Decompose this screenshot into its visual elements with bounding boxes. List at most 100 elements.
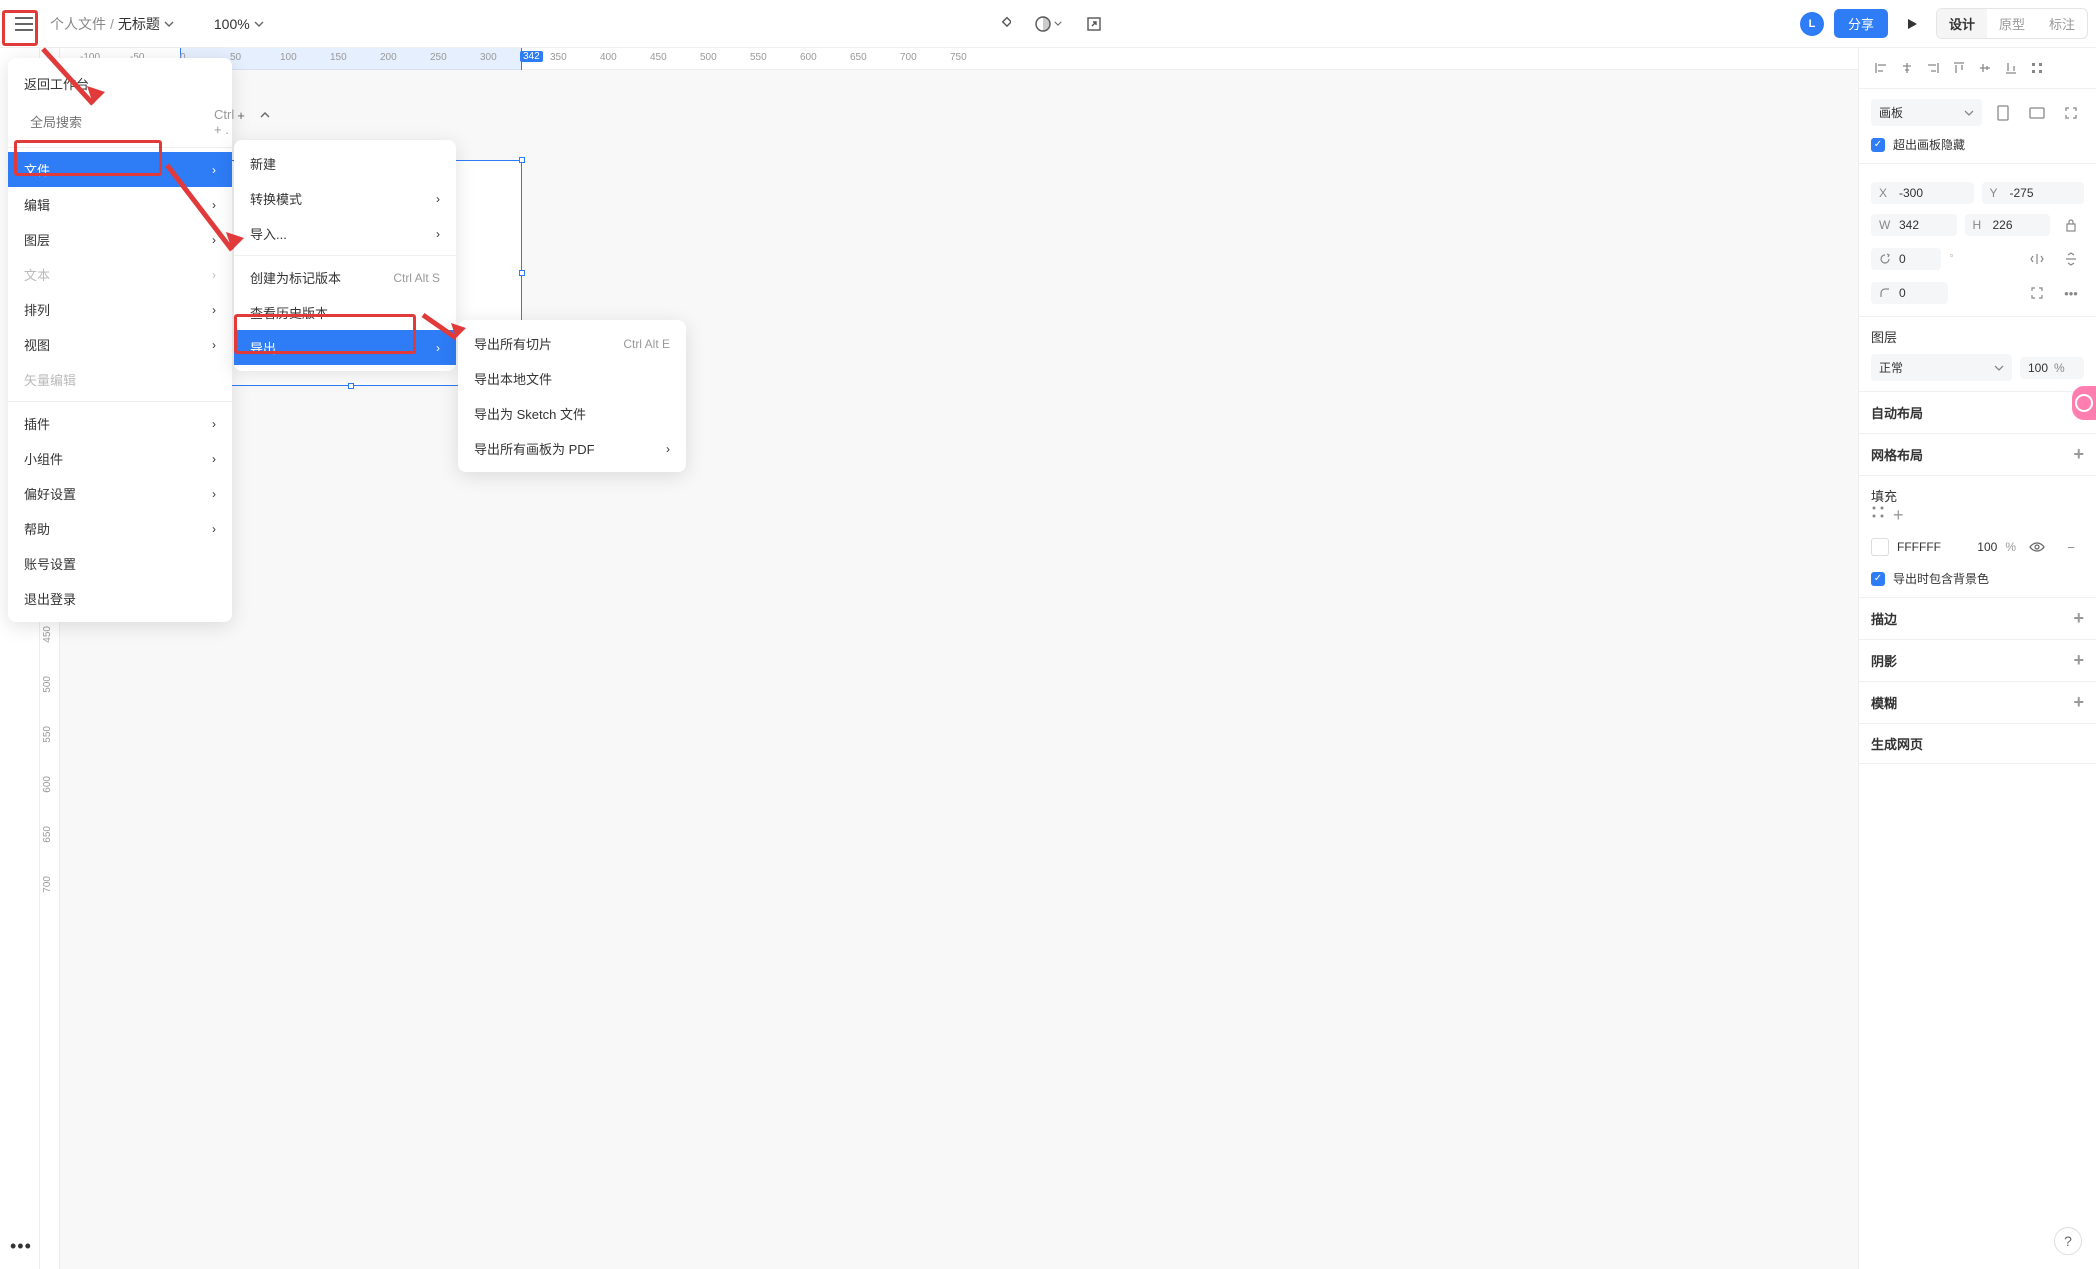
collapse-icon[interactable] xyxy=(256,106,274,124)
menu-search[interactable]: Ctrl + . xyxy=(8,101,232,143)
menu-back[interactable]: 返回工作台 xyxy=(8,64,232,101)
breadcrumb-title[interactable]: 无标题 xyxy=(118,14,160,34)
orientation-landscape-icon[interactable] xyxy=(2024,100,2050,126)
hide-overflow-checkbox[interactable] xyxy=(1871,138,1885,152)
align-center-h-icon[interactable] xyxy=(1897,58,1917,78)
breadcrumb-parent[interactable]: 个人文件 xyxy=(50,14,106,34)
search-input[interactable] xyxy=(30,115,206,130)
search-shortcut: Ctrl + . xyxy=(214,107,234,137)
orientation-portrait-icon[interactable] xyxy=(1990,100,2016,126)
play-button[interactable] xyxy=(1898,10,1926,38)
chevron-down-icon[interactable] xyxy=(164,21,174,27)
file-version[interactable]: 创建为标记版本Ctrl Alt S xyxy=(234,260,456,295)
rotation-field[interactable]: 0 xyxy=(1871,248,1941,270)
height-field[interactable]: H226 xyxy=(1965,214,2051,236)
align-right-icon[interactable] xyxy=(1923,58,1943,78)
menu-vector: 矢量编辑 xyxy=(8,362,232,397)
y-field[interactable]: Y-275 xyxy=(1982,182,2085,204)
file-import[interactable]: 导入...› xyxy=(234,216,456,251)
breadcrumb: 个人文件 / 无标题 xyxy=(50,14,174,34)
tab-prototype[interactable]: 原型 xyxy=(1987,9,2037,38)
ruler-horizontal: 342 -100 -50 0 50 100 150 200 250 300 35… xyxy=(60,48,1858,70)
avatar[interactable]: L xyxy=(1800,12,1824,36)
lock-aspect-icon[interactable] xyxy=(2058,212,2084,238)
align-center-v-icon[interactable] xyxy=(1975,58,1995,78)
tab-annotate[interactable]: 标注 xyxy=(2037,9,2087,38)
share-button[interactable]: 分享 xyxy=(1834,9,1888,38)
ruler-marker-h: 342 xyxy=(520,51,543,62)
distribute-icon[interactable] xyxy=(2027,58,2047,78)
file-export[interactable]: 导出› xyxy=(234,330,456,365)
menu-logout[interactable]: 退出登录 xyxy=(8,581,232,616)
align-bottom-icon[interactable] xyxy=(2001,58,2021,78)
file-convert[interactable]: 转换模式› xyxy=(234,181,456,216)
flip-h-icon[interactable] xyxy=(2024,246,2050,272)
add-shadow-button[interactable]: + xyxy=(2073,650,2084,671)
zoom-value: 100% xyxy=(214,16,250,32)
mask-icon[interactable] xyxy=(1034,10,1062,38)
tab-design[interactable]: 设计 xyxy=(1937,9,1987,38)
x-field[interactable]: X-300 xyxy=(1871,182,1974,204)
remove-fill-button[interactable]: − xyxy=(2058,534,2084,560)
export-bg-label: 导出时包含背景色 xyxy=(1893,570,1989,587)
property-panel: 画板 超出画板隐藏 X-300 Y-275 W342 H226 0 ° xyxy=(1858,48,2096,1269)
add-stroke-button[interactable]: + xyxy=(2073,608,2084,629)
menu-text: 文本› xyxy=(8,257,232,292)
fill-swatch[interactable] xyxy=(1871,538,1889,556)
file-submenu: 新建 转换模式› 导入...› 创建为标记版本Ctrl Alt S 查看历史版本… xyxy=(234,140,456,371)
main-menu: 返回工作台 Ctrl + . 文件› 编辑› 图层› 文本› 排列› 视图› 矢… xyxy=(8,58,232,622)
flip-v-icon[interactable] xyxy=(2058,246,2084,272)
fill-hex[interactable]: FFFFFF xyxy=(1897,540,1941,554)
menu-widgets[interactable]: 小组件› xyxy=(8,441,232,476)
center-toolbar xyxy=(988,10,1108,38)
opacity-field[interactable]: 100% xyxy=(2020,357,2084,379)
export-local[interactable]: 导出本地文件 xyxy=(458,361,686,396)
independent-corners-icon[interactable] xyxy=(2024,280,2050,306)
export-sketch[interactable]: 导出为 Sketch 文件 xyxy=(458,396,686,431)
fill-opacity[interactable]: 100 xyxy=(1977,540,1997,554)
add-fill-button[interactable]: + xyxy=(1893,505,1904,526)
align-tools xyxy=(1859,48,2096,89)
width-field[interactable]: W342 xyxy=(1871,214,1957,236)
blur-section: 模糊 + xyxy=(1859,682,2096,724)
blend-mode-select[interactable]: 正常 xyxy=(1871,354,2012,381)
radius-field[interactable]: 0 xyxy=(1871,282,1948,304)
menu-arrange[interactable]: 排列› xyxy=(8,292,232,327)
export-pdf[interactable]: 导出所有画板为 PDF› xyxy=(458,431,686,466)
top-bar: 个人文件 / 无标题 100% L 分享 设计 原型 标注 xyxy=(0,0,2096,48)
add-page-icon[interactable]: + xyxy=(232,106,250,124)
stroke-section: 描边 + xyxy=(1859,598,2096,640)
external-link-icon[interactable] xyxy=(1080,10,1108,38)
export-submenu: 导出所有切片Ctrl Alt E 导出本地文件 导出为 Sketch 文件 导出… xyxy=(458,320,686,472)
align-top-icon[interactable] xyxy=(1949,58,1969,78)
add-blur-button[interactable]: + xyxy=(2073,692,2084,713)
align-left-icon[interactable] xyxy=(1871,58,1891,78)
menu-account[interactable]: 账号设置 xyxy=(8,546,232,581)
help-button[interactable]: ? xyxy=(2054,1227,2082,1255)
visibility-icon[interactable] xyxy=(2024,534,2050,560)
menu-help[interactable]: 帮助› xyxy=(8,511,232,546)
menu-edit[interactable]: 编辑› xyxy=(8,187,232,222)
style-icon[interactable] xyxy=(1871,505,1885,526)
export-slices[interactable]: 导出所有切片Ctrl Alt E xyxy=(458,326,686,361)
menu-file[interactable]: 文件› xyxy=(8,152,232,187)
add-grid-button[interactable]: + xyxy=(2073,444,2084,465)
frame-type-select[interactable]: 画板 xyxy=(1871,99,1982,126)
zoom-control[interactable]: 100% xyxy=(214,16,264,32)
export-bg-checkbox[interactable] xyxy=(1871,572,1885,586)
more-icon[interactable]: ••• xyxy=(10,1236,32,1257)
file-history[interactable]: 查看历史版本 xyxy=(234,295,456,330)
menu-layer[interactable]: 图层› xyxy=(8,222,232,257)
menu-preferences[interactable]: 偏好设置› xyxy=(8,476,232,511)
fit-icon[interactable] xyxy=(2058,100,2084,126)
hamburger-icon xyxy=(15,17,33,31)
menu-plugins[interactable]: 插件› xyxy=(8,406,232,441)
side-badge-icon[interactable] xyxy=(2072,386,2096,420)
menu-view[interactable]: 视图› xyxy=(8,327,232,362)
more-options-icon[interactable]: ••• xyxy=(2058,280,2084,306)
main-menu-button[interactable] xyxy=(8,8,40,40)
chevron-down-icon xyxy=(254,21,264,27)
shadow-section: 阴影 + xyxy=(1859,640,2096,682)
component-icon[interactable] xyxy=(988,10,1016,38)
file-new[interactable]: 新建 xyxy=(234,146,456,181)
